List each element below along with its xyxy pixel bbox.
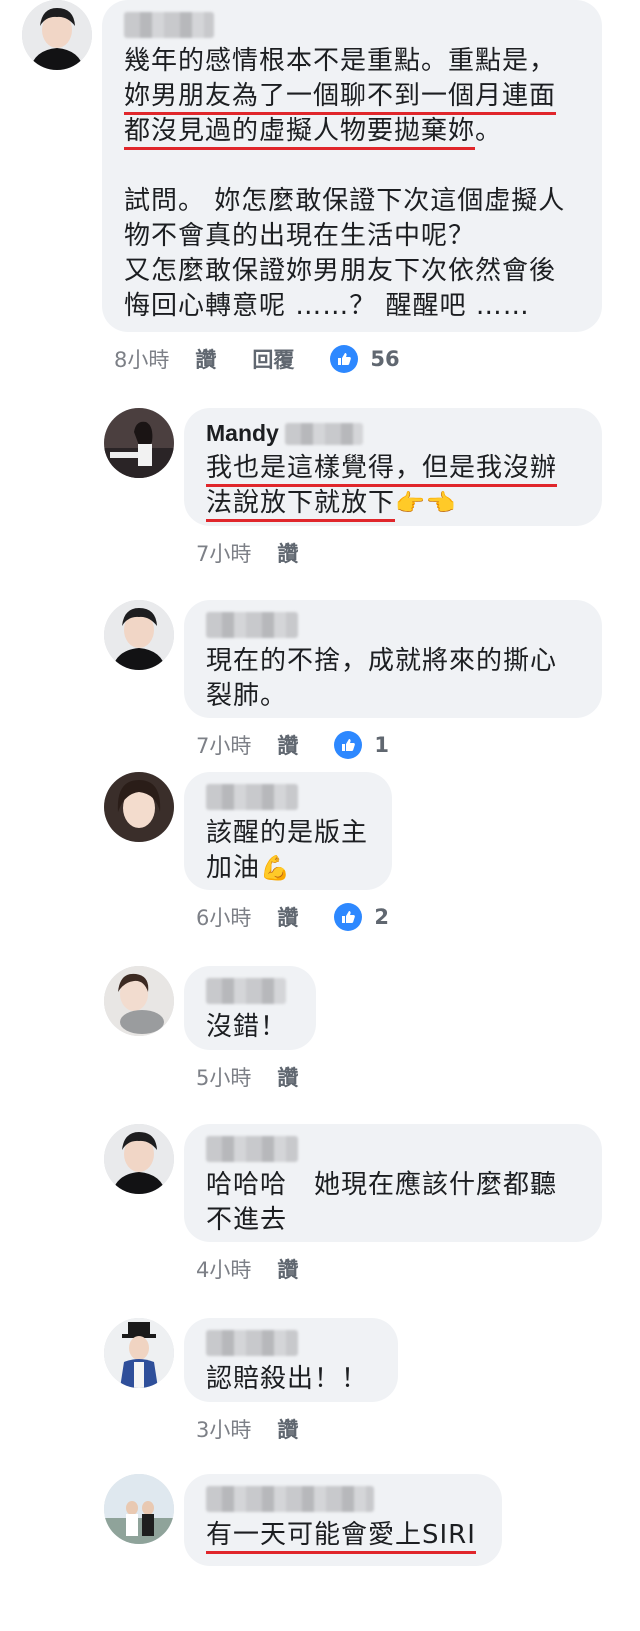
thumbs-up-icon[interactable] [334,731,363,759]
thumbs-up-icon[interactable] [334,903,363,931]
thumbs-up-icon[interactable] [330,345,359,373]
author-name[interactable] [124,12,214,38]
comment-meta: 5小時 讚 [196,1062,334,1092]
like-count[interactable]: 56 [370,347,399,371]
like-count[interactable]: 1 [374,733,389,757]
comment-text: 哈哈哈 她現在應該什麼都聽 不進去 [206,1170,558,1235]
comment-bubble: 現在的不捨，成就將來的撕心 裂肺。 [184,600,602,718]
comment-bubble: 哈哈哈 她現在應該什麼都聽 不進去 [184,1124,602,1242]
timestamp[interactable]: 8小時 [114,344,169,374]
reply-button[interactable]: 回覆 [252,344,294,374]
flexed-biceps-emoji: 💪 [260,854,291,882]
author-name[interactable] [206,1330,298,1356]
comment-meta: 8小時 讚 回覆 56 [114,344,400,374]
like-button[interactable]: 讚 [277,902,298,932]
comment-text: 有一天可能會愛上SIRI [206,1518,480,1554]
timestamp[interactable]: 3小時 [196,1414,251,1444]
timestamp[interactable]: 6小時 [196,902,251,932]
comment-meta: 7小時 讚 [196,538,334,568]
author-name[interactable] [206,612,298,638]
like-count[interactable]: 2 [374,905,389,929]
avatar[interactable] [104,772,174,842]
avatar[interactable] [104,1318,174,1388]
comment-text: 該醒的是版主 加油💪 [206,818,369,883]
avatar[interactable] [104,966,174,1036]
comment-meta: 4小時 讚 [196,1254,334,1284]
avatar[interactable] [22,0,92,70]
like-button[interactable]: 讚 [195,344,216,374]
avatar[interactable] [104,600,174,670]
author-name[interactable] [206,784,298,810]
author-name[interactable]: Mandy [206,420,279,447]
comment-text: 認賠殺出！！ [206,1364,369,1394]
avatar[interactable] [104,408,174,478]
timestamp[interactable]: 7小時 [196,730,251,760]
comment-bubble: 有一天可能會愛上SIRI [184,1474,502,1566]
author-name[interactable] [206,1136,298,1162]
comment-bubble: 沒錯！ [184,966,316,1050]
author-name[interactable] [206,1486,374,1512]
comment-text: 幾年的感情根本不是重點。重點是， 妳男朋友為了一個聊不到一個月連面 都沒見過的虛… [124,46,566,321]
like-button[interactable]: 讚 [277,1414,298,1444]
author-name-blurred [284,422,363,445]
comment-meta: 7小時 讚 1 [196,730,389,760]
comment-meta: 6小時 讚 2 [196,902,389,932]
pointing-hands-emoji: 👉👈 [395,489,457,517]
avatar[interactable] [104,1124,174,1194]
comment-bubble: 幾年的感情根本不是重點。重點是， 妳男朋友為了一個聊不到一個月連面 都沒見過的虛… [102,0,602,332]
comment-text: 現在的不捨，成就將來的撕心 裂肺。 [206,646,558,711]
comment-text: 我也是這樣覺得，但是我沒辦 法說放下就放下👉👈 [206,451,580,522]
timestamp[interactable]: 4小時 [196,1254,251,1284]
comment-bubble: 該醒的是版主 加油💪 [184,772,392,890]
comment-text: 沒錯！ [206,1012,288,1042]
like-button[interactable]: 讚 [277,730,298,760]
comment-bubble: Mandy 我也是這樣覺得，但是我沒辦 法說放下就放下👉👈 [184,408,602,526]
like-button[interactable]: 讚 [277,1254,298,1284]
like-button[interactable]: 讚 [277,1062,298,1092]
like-button[interactable]: 讚 [277,538,298,568]
timestamp[interactable]: 7小時 [196,538,251,568]
comment-meta: 3小時 讚 [196,1414,334,1444]
comment-bubble: 認賠殺出！！ [184,1318,398,1402]
author-name[interactable] [206,978,286,1004]
avatar[interactable] [104,1474,174,1544]
timestamp[interactable]: 5小時 [196,1062,251,1092]
